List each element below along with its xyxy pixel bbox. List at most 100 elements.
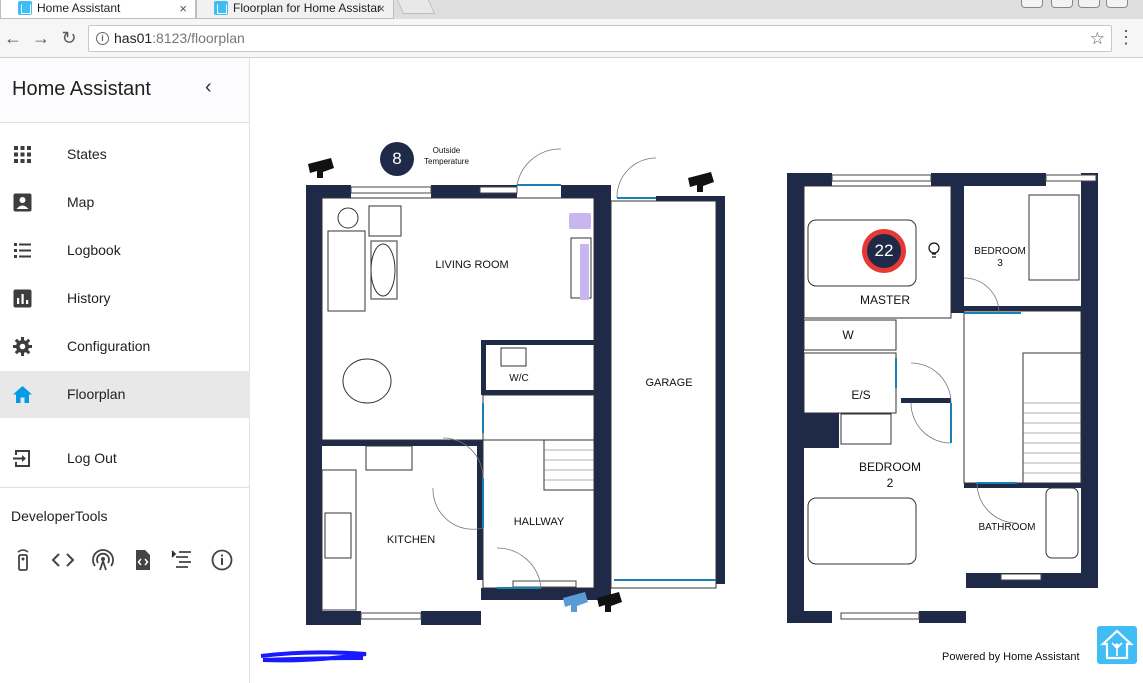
- camera-icon-garage: [688, 172, 714, 192]
- outside-temperature-label-line1: Outside: [432, 146, 461, 155]
- url-path: :8123/floorplan: [152, 30, 245, 46]
- tab-label: Floorplan for Home Assistar: [233, 1, 382, 15]
- sidebar-item-floorplan[interactable]: Floorplan: [0, 371, 250, 418]
- file-code-icon[interactable]: [131, 548, 155, 572]
- living-room-outline: [321, 197, 595, 441]
- upper-wall-bottom-left: [787, 611, 832, 623]
- sidebar-item-history[interactable]: History: [0, 275, 250, 322]
- kitchen-sink: [324, 512, 352, 559]
- close-window-button[interactable]: [1106, 0, 1128, 8]
- tab-floorplan[interactable]: Floorplan for Home Assistar ×: [196, 0, 394, 19]
- forward-icon[interactable]: →: [30, 27, 52, 49]
- room-label-hallway: HALLWAY: [513, 516, 565, 528]
- chart-icon: [13, 289, 32, 308]
- upper-wall-left: [787, 173, 804, 623]
- room-label-bathroom: BATHROOM: [978, 522, 1036, 533]
- sidebar-item-map[interactable]: Map: [0, 179, 250, 226]
- bath-tub: [1045, 487, 1079, 559]
- room-label-w: W: [842, 328, 854, 342]
- window-hall-bottom: [512, 580, 577, 588]
- sidebar-divider: [0, 487, 250, 488]
- armchair: [368, 205, 402, 237]
- back-icon[interactable]: ←: [2, 27, 24, 49]
- door-arc-6: [910, 362, 952, 404]
- room-label-garage: GARAGE: [645, 377, 693, 389]
- room-label-master: MASTER: [859, 293, 911, 307]
- restore-button[interactable]: [1051, 0, 1073, 8]
- code-icon[interactable]: [51, 548, 75, 572]
- home-assistant-favicon-icon: [18, 1, 32, 15]
- redaction-scribble: [260, 650, 367, 663]
- door-arc-1: [516, 148, 562, 186]
- upper-wall-right: [1081, 173, 1098, 588]
- room-label-bedroom2: BEDROOM 2: [858, 460, 922, 490]
- url-host: has01: [114, 30, 153, 46]
- apps-icon: [14, 146, 31, 163]
- stairs-upper: [1022, 352, 1082, 484]
- tab-close-icon[interactable]: ×: [377, 0, 385, 17]
- bed-3: [1028, 194, 1080, 281]
- ground-wall-bottom-right: [481, 588, 611, 600]
- coffee-table: [370, 243, 396, 297]
- sidebar-item-logout[interactable]: Log Out: [0, 435, 250, 482]
- camera-icon-front-left: [308, 158, 334, 178]
- ground-wall-bottom-left: [306, 611, 361, 625]
- ground-wall-bottom-mid: [421, 611, 481, 625]
- thermostat-master[interactable]: 22: [862, 229, 906, 273]
- living-lamp-table: [337, 207, 359, 229]
- garage-wall-right: [716, 196, 725, 584]
- room-label-bedroom3: BEDROOM 3: [974, 246, 1026, 269]
- door-arc-7: [910, 402, 952, 444]
- bed3-wall-bottom: [964, 306, 1081, 311]
- list-icon: [14, 243, 31, 258]
- hallway-outline: [482, 394, 595, 589]
- outside-temperature-label: Outside Temperature: [424, 145, 469, 167]
- tab-close-icon[interactable]: ×: [179, 0, 187, 17]
- radio-tower-icon[interactable]: [91, 548, 115, 572]
- home-assistant-logo-icon: [1097, 626, 1137, 664]
- window-kitchen-bottom: [360, 612, 422, 620]
- upper-wall-bottom-mid: [919, 611, 966, 623]
- browser-tab-bar: Home Assistant × Floorplan for Home Assi…: [0, 0, 1143, 19]
- sidebar-item-states[interactable]: States: [0, 131, 250, 178]
- sidebar-item-logbook[interactable]: Logbook: [0, 227, 250, 274]
- window-living-top-right: [479, 186, 518, 194]
- tab-label: Home Assistant: [37, 1, 121, 15]
- window-bed2-bottom: [840, 612, 920, 620]
- door-arc-2: [616, 157, 657, 199]
- address-bar: ← → ↻ i has01:8123/floorplan ☆ ⋮: [0, 19, 1143, 58]
- window-living-top: [350, 186, 432, 194]
- es-room: [803, 352, 897, 414]
- kitchen-counter-top: [365, 445, 413, 471]
- window-bed3-top: [1045, 174, 1097, 182]
- floorplan-panel: LIVING ROOM W/C GARAGE KITCHEN HALLWAY M…: [251, 58, 1143, 683]
- es-shower: [840, 413, 892, 445]
- light-bulb-icon: [928, 242, 940, 258]
- garage-outline: [610, 200, 717, 589]
- door-arc-9: [976, 482, 1018, 524]
- upper-wall-top-mid: [931, 173, 1046, 186]
- powered-by-text: Powered by Home Assistant: [942, 651, 1080, 663]
- chevron-left-icon[interactable]: ‹: [205, 76, 212, 99]
- garage-wall-top: [656, 196, 725, 201]
- browser-menu-icon[interactable]: ⋮: [1117, 27, 1135, 47]
- tv-speaker: [569, 213, 591, 229]
- bookmark-star-icon[interactable]: ☆: [1090, 26, 1105, 51]
- minimize-button[interactable]: [1021, 0, 1043, 8]
- reload-icon[interactable]: ↻: [58, 27, 80, 49]
- new-tab-button[interactable]: [396, 0, 436, 14]
- info-icon[interactable]: [210, 548, 234, 572]
- sidebar-item-configuration[interactable]: Configuration: [0, 323, 250, 370]
- bed2-wall-left: [901, 398, 951, 403]
- room-label-kitchen: KITCHEN: [386, 534, 436, 546]
- template-icon[interactable]: [170, 548, 194, 572]
- url-input[interactable]: i has01:8123/floorplan ☆: [88, 25, 1112, 52]
- outside-temperature-sensor[interactable]: 8: [380, 142, 414, 176]
- tab-home-assistant[interactable]: Home Assistant ×: [0, 0, 196, 19]
- maximize-button[interactable]: [1078, 0, 1100, 8]
- sidebar-header: Home Assistant ‹: [0, 58, 249, 123]
- info-icon[interactable]: i: [96, 32, 109, 45]
- remote-icon[interactable]: [11, 548, 35, 572]
- sidebar-item-label: History: [67, 290, 111, 306]
- tv-screen: [580, 244, 589, 300]
